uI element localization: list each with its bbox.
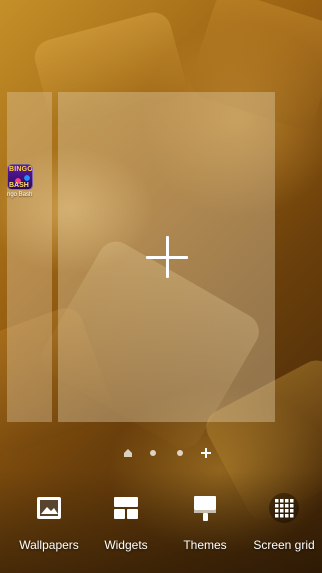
home-indicator[interactable] (121, 446, 135, 460)
add-page-indicator-icon (201, 448, 211, 458)
themes-button[interactable]: Themes (165, 486, 245, 556)
add-page-indicator[interactable] (199, 446, 213, 460)
home-page-preview-left[interactable]: BINGO BASH ngo Bash (7, 92, 52, 422)
plus-icon (145, 236, 188, 278)
home-indicator-icon (124, 449, 132, 457)
app-shortcut-bingo-bash[interactable]: BINGO BASH ngo Bash (7, 164, 52, 220)
page-dot-icon (150, 450, 156, 456)
grid-icon (269, 493, 299, 523)
home-screen-edit-mode: BINGO BASH ngo Bash Wallpapers Widgets T… (0, 0, 322, 573)
page-indicator-dot[interactable] (173, 446, 187, 460)
page-indicators (0, 446, 322, 460)
widgets-icon (114, 497, 138, 519)
brush-icon (194, 496, 216, 521)
app-icon-text-top: BINGO (9, 166, 33, 173)
add-home-page-panel[interactable] (58, 92, 275, 422)
bingo-bash-app-icon: BINGO BASH (7, 164, 33, 190)
screen-grid-button[interactable]: Screen grid (244, 486, 322, 556)
page-indicator-dot[interactable] (146, 446, 160, 460)
page-dot-icon (177, 450, 183, 456)
app-label: ngo Bash (7, 192, 33, 198)
edit-mode-options: Wallpapers Widgets Themes Screen grid (0, 486, 322, 566)
image-icon (37, 497, 61, 519)
widgets-button[interactable]: Widgets (86, 486, 166, 556)
app-icon-text-bottom: BASH (9, 182, 29, 189)
screen-grid-label: Screen grid (253, 538, 315, 552)
